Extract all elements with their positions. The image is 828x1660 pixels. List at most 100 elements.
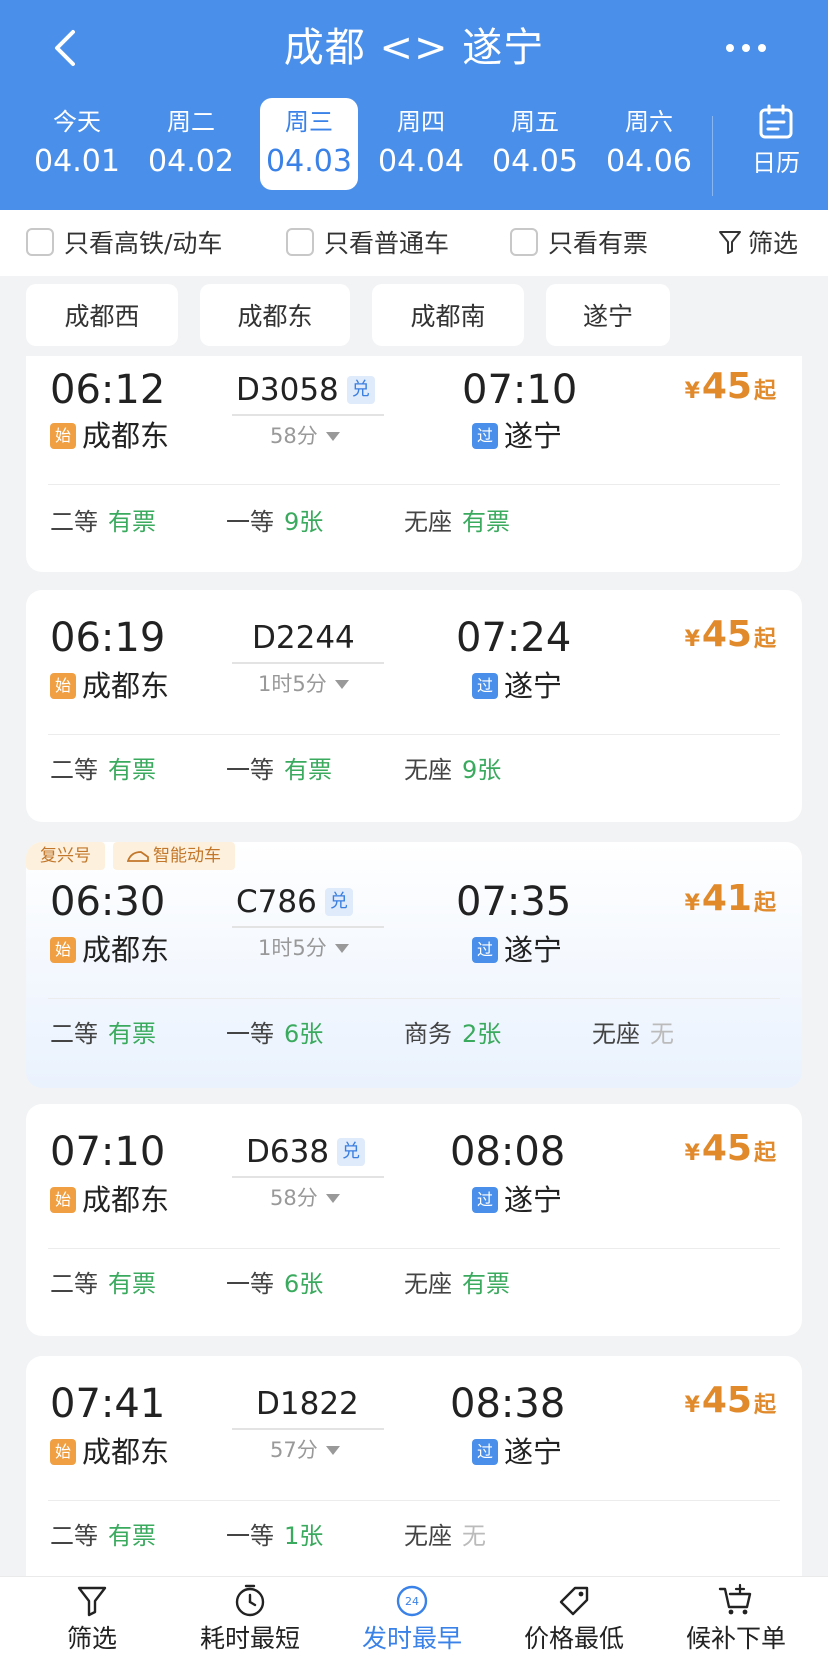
- train-card-d1822[interactable]: 07:41 D1822 57分 08:38 始 成都东 过 遂宁 ¥ 45 起 …: [26, 1356, 802, 1576]
- clock-24-icon: 24: [396, 1585, 428, 1617]
- normal-train-only-checkbox[interactable]: 只看普通车: [286, 224, 449, 260]
- filter-label: 筛选: [747, 229, 798, 258]
- station-name: 遂宁: [504, 669, 563, 703]
- duration-toggle[interactable]: 58分: [270, 422, 340, 450]
- seat-first-class: 一等 1张: [226, 1520, 323, 1552]
- duration-toggle[interactable]: 1时5分: [258, 934, 349, 962]
- duration-toggle[interactable]: 57分: [270, 1436, 340, 1464]
- train-card-d2244[interactable]: 06:19 D2244 1时5分 07:24 始 成都东 过 遂宁 ¥ 45 起…: [26, 590, 802, 822]
- pass-badge: 过: [472, 1187, 498, 1213]
- calendar-divider: [712, 116, 713, 196]
- train-number: C786 兑: [236, 882, 353, 922]
- departure-station: 始 成都东: [50, 1432, 169, 1472]
- currency-symbol: ¥: [684, 379, 700, 404]
- station-chip-chengdudong[interactable]: 成都东: [200, 284, 350, 346]
- seat-type: 无座: [404, 508, 452, 536]
- seat-availability: 有票: [462, 1270, 510, 1298]
- more-menu-button[interactable]: [716, 24, 776, 72]
- seat-type: 一等: [226, 1270, 274, 1298]
- train-number: D638 兑: [246, 1132, 366, 1172]
- arrival-station: 过 遂宁: [472, 666, 562, 706]
- departure-time: 06:19: [50, 615, 166, 661]
- train-card-d638[interactable]: 07:10 D638 兑 58分 08:08 始 成都东 过 遂宁 ¥ 45 起…: [26, 1104, 802, 1336]
- date-tab-0405[interactable]: 周五 04.05: [486, 98, 584, 190]
- smart-emu-text: 智能动车: [153, 846, 221, 866]
- currency-symbol: ¥: [684, 627, 700, 652]
- stopwatch-icon: [235, 1584, 265, 1617]
- checkbox-label: 只看高铁/动车: [64, 229, 223, 258]
- smart-emu-tag: 智能动车: [113, 842, 235, 870]
- seat-second-class: 二等 有票: [50, 1268, 156, 1300]
- price-suffix: 起: [753, 1141, 776, 1166]
- arrival-time: 08:38: [450, 1381, 566, 1427]
- date-tab-0404[interactable]: 周四 04.04: [372, 98, 470, 190]
- station-chip-chengduxi[interactable]: 成都西: [26, 284, 178, 346]
- train-number: D1822: [256, 1384, 359, 1424]
- seat-type: 二等: [50, 1270, 98, 1298]
- filter-button[interactable]: 筛选: [718, 224, 798, 260]
- price-label: ¥ 45 起: [685, 1128, 776, 1169]
- seat-availability: 有票: [108, 756, 156, 784]
- bottom-item-label: 价格最低: [523, 1624, 624, 1653]
- train-list[interactable]: 06:12 D3058 兑 58分 07:10 始 成都东 过 遂宁 ¥ 45 …: [0, 356, 828, 1576]
- card-divider: [48, 998, 780, 999]
- waitlist-order-button[interactable]: 候补下单: [656, 1577, 816, 1660]
- card-divider: [48, 734, 780, 735]
- station-chip-suining[interactable]: 遂宁: [546, 284, 670, 346]
- date-tab-0402[interactable]: 周二 04.02: [142, 98, 240, 190]
- seat-first-class: 一等 有票: [226, 754, 332, 786]
- date-tab-0406[interactable]: 周六 04.06: [600, 98, 698, 190]
- sort-shortest-duration-button[interactable]: 耗时最短: [170, 1577, 330, 1660]
- currency-symbol: ¥: [684, 1393, 700, 1418]
- train-tags: 复兴号 智能动车: [26, 842, 243, 870]
- cart-plus-icon: [718, 1583, 752, 1615]
- date-weekday: 周二: [167, 108, 215, 136]
- arrival-station: 过 遂宁: [472, 416, 562, 456]
- duration-toggle[interactable]: 58分: [270, 1184, 340, 1212]
- price-label: ¥ 45 起: [685, 1380, 776, 1421]
- date-tab-0403[interactable]: 周三 04.03: [260, 98, 358, 190]
- seat-type: 无座: [404, 756, 452, 784]
- bottom-sort-bar: 筛选 耗时最短 24 发时最早 价格最低 候补下单: [0, 1576, 828, 1660]
- redeem-badge: 兑: [346, 376, 375, 404]
- caret-down-icon: [325, 1445, 340, 1455]
- station-chip-chengdunan[interactable]: 成都南: [372, 284, 524, 346]
- station-name: 成都东: [82, 1183, 170, 1217]
- duration-text: 58分: [270, 424, 318, 448]
- checkbox-label: 只看普通车: [324, 229, 450, 258]
- seat-type: 一等: [226, 1020, 274, 1048]
- card-divider: [48, 1500, 780, 1501]
- price-value: 41: [701, 878, 752, 919]
- caret-down-icon: [325, 1193, 340, 1203]
- train-card-d3058[interactable]: 06:12 D3058 兑 58分 07:10 始 成都东 过 遂宁 ¥ 45 …: [26, 356, 802, 572]
- duration-toggle[interactable]: 1时5分: [258, 670, 349, 698]
- seat-type: 无座: [404, 1270, 452, 1298]
- price-suffix: 起: [753, 627, 776, 652]
- checkbox-label: 只看有票: [548, 229, 649, 258]
- bottom-filter-button[interactable]: 筛选: [12, 1577, 172, 1660]
- sort-lowest-price-button[interactable]: 价格最低: [494, 1577, 654, 1660]
- card-divider: [48, 484, 780, 485]
- date-value: 04.01: [34, 144, 120, 179]
- bottom-item-label: 候补下单: [685, 1624, 786, 1653]
- date-tab-0401[interactable]: 今天 04.01: [28, 98, 126, 190]
- high-speed-only-checkbox[interactable]: 只看高铁/动车: [26, 224, 222, 260]
- station-name: 遂宁: [504, 1183, 563, 1217]
- train-card-c786[interactable]: 复兴号 智能动车 06:30 C786 兑 1时5分 07:35 始 成都东 过…: [26, 842, 802, 1088]
- seat-first-class: 一等 6张: [226, 1268, 323, 1300]
- departure-station: 始 成都东: [50, 1180, 169, 1220]
- calendar-label: 日历: [752, 149, 800, 177]
- seat-availability: 6张: [284, 1270, 324, 1298]
- calendar-button[interactable]: 日历: [740, 104, 812, 188]
- available-only-checkbox[interactable]: 只看有票: [510, 224, 648, 260]
- date-weekday: 周六: [625, 108, 673, 136]
- seat-standing: 无座无: [404, 1520, 486, 1552]
- date-value: 04.03: [266, 144, 352, 179]
- arrival-station: 过 遂宁: [472, 1180, 562, 1220]
- route-line: [232, 1428, 384, 1430]
- departure-time: 06:30: [50, 879, 166, 925]
- sort-earliest-departure-button[interactable]: 24 发时最早: [332, 1577, 492, 1660]
- arrival-time: 08:08: [450, 1129, 566, 1175]
- bottom-item-label: 耗时最短: [199, 1624, 300, 1653]
- seat-second-class: 二等 有票: [50, 754, 156, 786]
